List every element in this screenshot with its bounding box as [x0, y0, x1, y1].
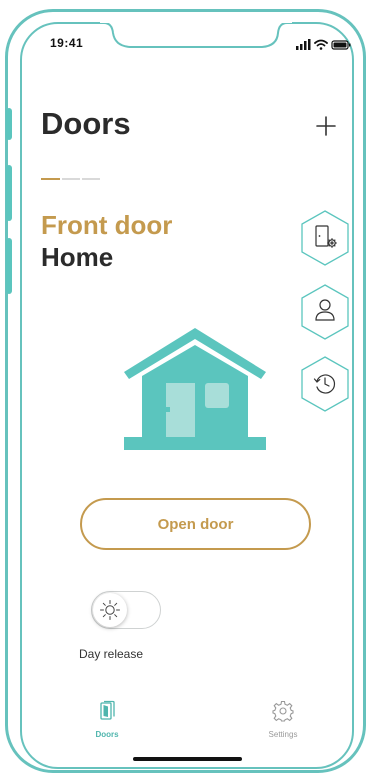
- pager-dot-active[interactable]: [41, 178, 60, 180]
- nav-settings-label: Settings: [268, 730, 298, 739]
- status-bar-icons: [296, 39, 351, 50]
- pager-dot[interactable]: [82, 178, 100, 180]
- users-button[interactable]: [299, 283, 351, 341]
- sun-icon: [100, 600, 120, 620]
- signal-icon: [296, 39, 311, 50]
- history-button[interactable]: [299, 355, 351, 413]
- nav-doors[interactable]: Doors: [72, 700, 142, 739]
- status-time: 19:41: [50, 36, 84, 50]
- page-title: Doors: [41, 106, 131, 141]
- nav-doors-label: Doors: [95, 730, 119, 739]
- open-door-button[interactable]: Open door: [80, 498, 311, 550]
- battery-icon: [331, 40, 351, 50]
- phone-side-button: [6, 165, 12, 221]
- phone-side-button: [6, 108, 12, 140]
- day-release-label: Day release: [79, 647, 144, 661]
- add-door-button[interactable]: [312, 112, 340, 140]
- door-settings-button[interactable]: [299, 209, 351, 267]
- home-indicator: [133, 757, 242, 761]
- gear-icon: [272, 700, 294, 722]
- plus-icon: [316, 116, 336, 136]
- nav-settings[interactable]: Settings: [248, 700, 318, 739]
- door-name: Front door: [41, 210, 173, 240]
- house-illustration: [124, 328, 266, 450]
- door-location: Home: [41, 242, 114, 272]
- wifi-icon: [314, 39, 328, 50]
- toggle-knob: [93, 593, 127, 627]
- day-release-toggle[interactable]: [91, 591, 161, 629]
- doors-icon: [100, 700, 115, 720]
- phone-side-button: [6, 238, 12, 294]
- pager-dot[interactable]: [62, 178, 80, 180]
